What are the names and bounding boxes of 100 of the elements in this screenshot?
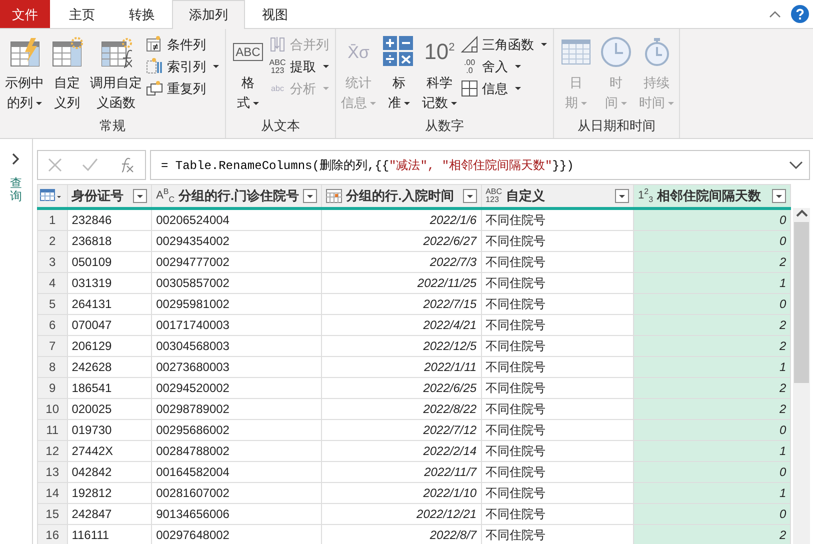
ribbon-tab[interactable]: 转换 (112, 0, 172, 28)
ribbon-button[interactable]: 重复列 (146, 78, 222, 99)
table-cell: 2022/11/7 (322, 462, 482, 482)
table-cell: 042842 (67, 462, 152, 482)
index-column-icon (146, 58, 163, 75)
lightning-table-icon (8, 36, 40, 68)
table-menu-icon[interactable] (40, 188, 62, 202)
table-cell: 192812 (67, 482, 152, 504)
table-cell: 264131 (67, 294, 152, 314)
ribbon-button[interactable]: 索引列 (146, 56, 222, 77)
collapse-ribbon-icon[interactable] (769, 10, 781, 18)
table-cell: 00294354002 (152, 230, 322, 252)
column-header[interactable]: 身份证号 (67, 184, 152, 208)
table-cell: 0 (634, 294, 791, 314)
table-cell: 不同住院号 (481, 440, 634, 462)
ribbon-group-label: 从数字 (424, 117, 465, 135)
formula-field[interactable]: = Table.RenameColumns(删除的列,{{"减法", "相邻住院间隔天数"}}) (150, 150, 810, 180)
table-cell: 2022/12/21 (322, 504, 482, 524)
ribbon-button[interactable]: ABC 格 式 (229, 33, 267, 116)
caret-icon (370, 102, 376, 106)
column-header[interactable]: 1$^{2}$$_{3}$ 相邻住院间隔天数 (634, 184, 791, 208)
ribbon-button[interactable]: 标 准 (380, 33, 418, 116)
table-cell: 不同住院号 (481, 378, 634, 398)
table-cell: 236818 (67, 230, 152, 252)
ribbon-tab[interactable]: 主页 (52, 0, 112, 28)
filter-dropdown-icon[interactable] (462, 189, 477, 203)
file-menu-tab[interactable]: 文件 (0, 0, 50, 28)
table-cell: 00295981002 (152, 294, 322, 314)
ribbon-group-label: 常规 (98, 117, 126, 135)
table-cell: 00294777002 (152, 252, 322, 272)
help-icon[interactable] (791, 5, 809, 23)
caret-icon (451, 102, 457, 106)
ribbon-group-label: 从日期和时间 (576, 117, 656, 135)
column-header[interactable]: 分组的行.入院时间 (322, 184, 482, 208)
table-cell: 不同住院号 (481, 252, 634, 272)
ribbon-button[interactable]: 示例中 的列 (3, 33, 46, 116)
table-cell: 不同住院号 (481, 336, 634, 356)
table-cell: 不同住院号 (481, 272, 634, 294)
table-cell: 242847 (67, 504, 152, 524)
ribbon-button[interactable]: 三角函数 (461, 34, 550, 55)
table-cell: 00295686002 (152, 420, 322, 440)
table-cell: 2022/1/10 (322, 482, 482, 504)
ribbon-button[interactable]: 信息 (461, 78, 550, 99)
filter-dropdown-icon[interactable] (133, 189, 148, 203)
caret-icon (404, 102, 410, 106)
table-cell: 00171740003 (152, 314, 322, 336)
scrollbar-thumb[interactable] (794, 222, 810, 383)
column-header[interactable]: A$^{B}$$_{C}$ 分组的行.门诊住院号 (152, 184, 322, 208)
table-cell: 不同住院号 (481, 230, 634, 252)
table-cell: 232846 (67, 208, 152, 230)
table-cell: 2 (634, 524, 791, 544)
table-cell: 2022/7/3 (322, 252, 482, 272)
table-cell: 不同住院号 (481, 208, 634, 230)
table-cell: 2 (634, 378, 791, 398)
ribbon-tab[interactable]: 视图 (245, 0, 305, 28)
caret-icon (213, 65, 219, 68)
scroll-up-icon[interactable] (796, 208, 808, 218)
caret-icon (541, 43, 547, 46)
extract-icon: ABC 123 (269, 58, 286, 74)
row-number: 11 (38, 420, 68, 440)
table-cell: 2022/11/25 (322, 272, 482, 294)
table-cell: 1 (634, 440, 791, 462)
table-cell: 2022/1/6 (322, 208, 482, 230)
row-number: 1 (38, 208, 68, 230)
filter-dropdown-icon[interactable] (615, 189, 630, 203)
function-table-icon (100, 36, 132, 68)
table-cell: 020025 (67, 398, 152, 420)
merge-columns-icon (269, 36, 286, 53)
caret-icon (515, 65, 521, 68)
conditional-column-icon (146, 36, 163, 53)
ribbon-button[interactable]: 10$^{2}$ 科学 记数 (420, 33, 459, 116)
table-cell: 00304568003 (152, 336, 322, 356)
caret-icon (668, 102, 674, 106)
table-cell: 2 (634, 336, 791, 356)
table-cell: 116111 (67, 524, 152, 544)
info-grid-icon (461, 80, 478, 97)
ribbon-button[interactable]: 条件列 (146, 34, 222, 55)
row-number: 3 (38, 252, 68, 272)
filter-dropdown-icon[interactable] (303, 189, 318, 203)
table-cell: 2022/12/5 (322, 336, 482, 356)
filter-dropdown-icon[interactable] (772, 189, 786, 203)
table-cell: 0 (634, 230, 791, 252)
table-cell: 2 (634, 314, 791, 336)
expand-formula-icon[interactable] (789, 161, 803, 169)
table-cell: 0 (634, 504, 791, 524)
caret-icon (36, 102, 42, 106)
triangle-icon (461, 36, 478, 53)
ribbon-tab[interactable]: 添加列 (172, 0, 245, 29)
table-cell: 00298789002 (152, 398, 322, 420)
queries-pane-label[interactable]: 查询 (10, 177, 22, 204)
table-cell: 2022/7/12 (322, 420, 482, 440)
ribbon-button[interactable]: 调用自定 义函数 (88, 33, 144, 116)
table-cell: 00206524004 (152, 208, 322, 230)
check-icon[interactable] (82, 158, 98, 172)
table-cell: 2022/6/27 (322, 230, 482, 252)
power-icon: 10$^{2}$ (424, 41, 455, 63)
row-number: 14 (38, 482, 68, 504)
ribbon-button[interactable]: 自定 义列 (48, 33, 86, 116)
text-format-icon: ABC (232, 43, 264, 61)
row-number: 2 (38, 230, 68, 252)
